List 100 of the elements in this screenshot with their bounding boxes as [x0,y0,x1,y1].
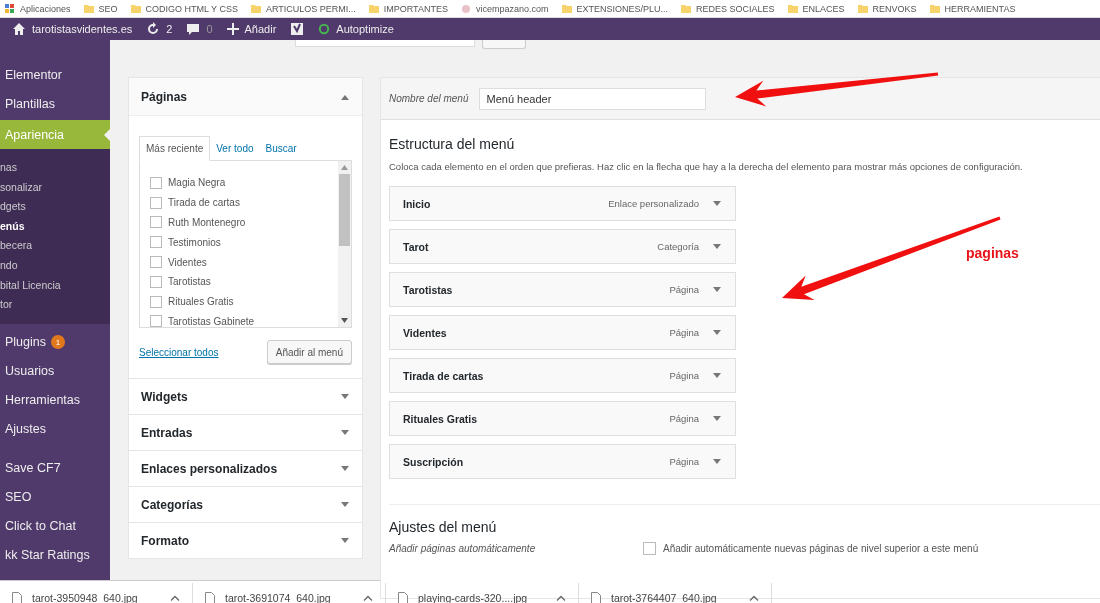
tab[interactable]: Más reciente [139,136,211,161]
checkbox[interactable] [150,315,162,328]
globe-icon [459,2,472,15]
page-option: Tarotistas [168,276,211,288]
bookmark[interactable]: Aplicaciones [20,3,71,14]
item-type: Enlace personalizado [608,198,699,209]
item-type: Página [669,370,699,381]
menu-name-field[interactable]: Menú header [479,87,707,110]
checkbox[interactable] [150,275,162,288]
expand-arrow-icon [712,286,722,293]
checkbox[interactable] [150,196,162,209]
expand-arrow-icon [712,415,722,422]
status-circle-icon [318,23,331,35]
folder-icon [82,2,95,15]
page-option: Magia Negra [168,177,226,189]
bookmark[interactable]: vicempazano.com [475,3,549,14]
site-link[interactable]: tarotistasvidentes.es [32,23,133,35]
menu-item[interactable]: Suscripción Página [389,444,736,479]
submenu-item[interactable]: nas [0,158,110,178]
submenu-item[interactable]: ndo [0,255,110,276]
page-option: Tirada de cartas [168,197,240,209]
submenu-item[interactable]: enús [0,216,110,237]
menu-item[interactable]: Tirada de cartas Página [389,358,736,393]
accordion-header[interactable]: Entradas [128,415,363,451]
folder-icon [249,2,262,15]
submenu-item[interactable]: becera [0,236,110,256]
checkbox[interactable] [150,256,162,269]
tab[interactable]: Buscar [259,137,303,160]
submenu-item[interactable]: sonalizar [0,177,110,198]
submenu-item[interactable]: dgets [0,197,110,217]
new-link[interactable]: Añadir [244,23,277,35]
menu-select-field[interactable] [295,40,475,47]
item-type: Página [669,284,699,295]
checkbox[interactable] [643,542,656,555]
expand-arrow-icon [340,393,350,400]
bookmark[interactable]: ARTICULOS PERMI... [265,3,356,14]
accordion-header[interactable]: Categorías [128,487,363,523]
checkbox[interactable] [150,216,162,229]
accordion-header[interactable]: Páginas [129,78,362,116]
page-option: Videntes [168,256,207,268]
submenu-item[interactable]: tor [0,295,110,315]
menu-item[interactable]: Rituales Gratis Página [389,401,736,436]
sidebar-item[interactable]: Plantillas [0,89,110,118]
bookmark[interactable]: ENLACES [802,3,845,14]
select-button[interactable] [482,40,526,49]
add-to-menu-button[interactable]: Añadir al menú [266,340,352,364]
accordion-header[interactable]: Formato [128,523,363,559]
select-all-link[interactable]: Seleccionar todos [139,346,219,358]
folder-icon [560,2,573,15]
annotation-label: paginas [966,245,1019,261]
expand-arrow-icon [340,429,350,436]
chevron-up-icon [556,595,566,601]
sidebar-item[interactable]: SEO [0,482,110,512]
sidebar-item[interactable]: Herramientas [0,385,110,415]
accordion-header[interactable]: Enlaces personalizados [128,451,363,487]
page-option: Rituales Gratis [168,296,234,308]
chevron-up-icon [363,595,373,601]
submenu-item[interactable]: bital Licencia [0,275,110,296]
sidebar-item[interactable]: Ajustes [0,414,110,444]
comment-icon [186,22,201,36]
expand-arrow-icon [340,465,350,472]
bookmark[interactable]: RENVOKS [872,3,917,14]
checkbox[interactable] [150,236,162,249]
plus-icon [226,23,239,35]
menu-item[interactable]: Videntes Página [389,315,736,350]
chevron-up-icon [170,595,180,601]
sidebar-item[interactable]: Elementor [0,60,110,89]
checkbox[interactable] [150,176,162,189]
folder-icon [928,2,941,15]
accordion-header[interactable]: Widgets [128,379,363,415]
folder-icon [680,2,693,15]
bookmark[interactable]: SEO [98,3,118,14]
comment-count[interactable]: 0 [206,23,213,35]
checkbox-label: Añadir automáticamente nuevas páginas de nivel superior a este menú [663,543,979,554]
menu-item[interactable]: Tarotistas Página [389,272,736,307]
scrollbar[interactable] [338,161,351,327]
sidebar-item[interactable]: Plugins 1 [0,327,110,357]
sidebar-item[interactable]: Click to Chat [0,511,110,541]
update-badge: 1 [51,335,65,350]
scroll-thumb[interactable] [339,174,350,246]
bookmark[interactable]: CODIGO HTML Y CSS [145,3,238,14]
page-option: Ruth Montenegro [168,217,246,228]
checkbox[interactable] [150,295,162,308]
refresh-icon [146,22,161,36]
update-count[interactable]: 2 [166,23,173,35]
expand-arrow-icon [340,501,350,508]
sidebar-item[interactable]: kk Star Ratings [0,540,110,570]
bookmark[interactable]: EXTENSIONES/PLU... [576,3,669,14]
folder-icon [129,2,142,15]
bookmark[interactable]: REDES SOCIALES [696,3,775,14]
tab[interactable]: Ver todo [210,137,260,160]
autoptimize-link[interactable]: Autoptimize [336,23,394,35]
collapse-arrow-icon [340,93,350,100]
bookmark[interactable]: HERRAMIENTAS [944,3,1016,14]
sidebar-item[interactable]: Save CF7 [0,453,110,483]
menu-item[interactable]: Tarot Categoría [389,229,736,264]
bookmark[interactable]: IMPORTANTES [383,3,448,14]
menu-item[interactable]: Inicio Enlace personalizado [389,186,736,221]
folder-icon [786,2,799,15]
sidebar-item[interactable]: Usuarios [0,356,110,386]
